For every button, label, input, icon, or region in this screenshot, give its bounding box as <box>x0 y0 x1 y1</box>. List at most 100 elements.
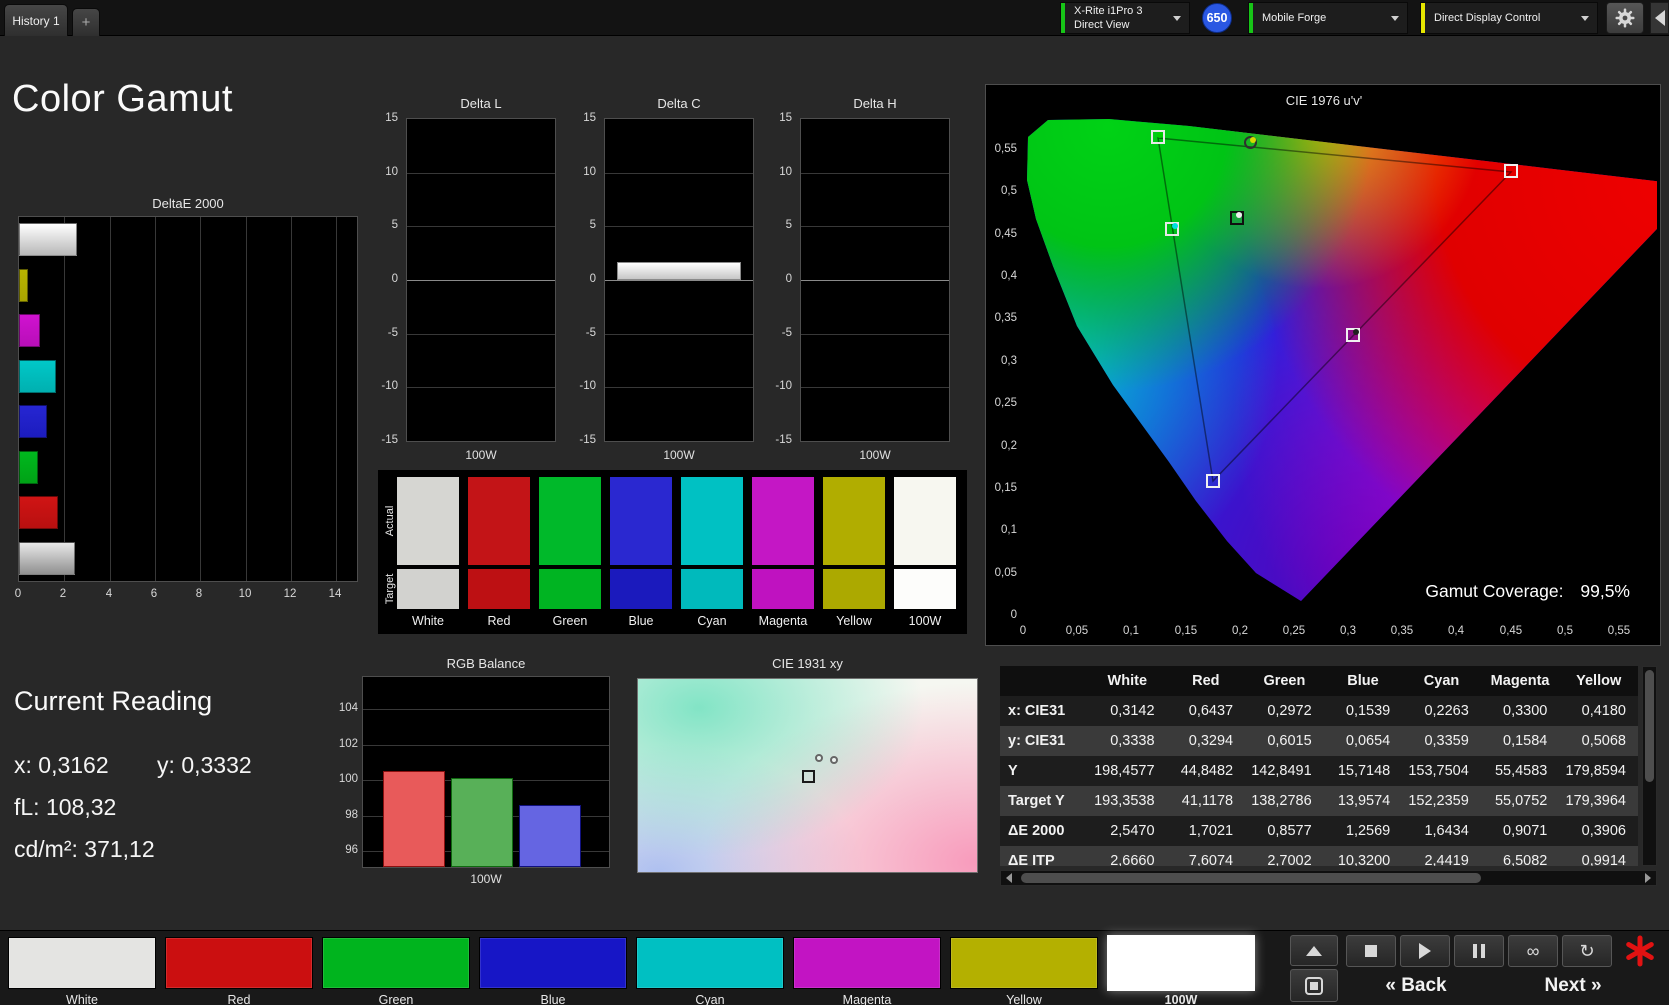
calibration-alert-icon[interactable] <box>1620 931 1660 971</box>
deltae-bar-cyan <box>19 360 56 393</box>
tick-label: 0,05 <box>1065 625 1089 637</box>
patch-button-yellow[interactable]: Yellow <box>950 935 1098 1005</box>
tab-history-1[interactable]: History 1 <box>4 4 68 36</box>
delta-chart-title: Delta C <box>657 96 701 111</box>
meter-name: X-Rite i1Pro 3 <box>1074 4 1143 17</box>
back-button[interactable]: « Back <box>1346 971 1486 1001</box>
next-button[interactable]: Next » <box>1498 971 1648 1001</box>
gridline <box>407 334 555 335</box>
column-header-red: Red <box>1166 666 1246 696</box>
value-cell: 6,5082 <box>1503 853 1548 866</box>
table-row: Target Y 193,3538 41,1178 138,2786 13,9574 15… <box>1000 786 1638 816</box>
patch-button-magenta[interactable]: Magenta <box>793 935 941 1005</box>
patch-button-blue[interactable]: Blue <box>479 935 627 1005</box>
window-mode-button[interactable] <box>1290 969 1338 1002</box>
value-cell: 0,2263 <box>1424 703 1469 719</box>
patch-button-white[interactable]: White <box>8 935 156 1005</box>
window-fill-icon <box>1310 981 1318 990</box>
marker-reading-dot-1 <box>815 754 823 762</box>
patch-swatch <box>950 937 1098 989</box>
row-label: Y <box>1008 763 1018 779</box>
value-cell: 0,3906 <box>1581 823 1626 839</box>
tick-label: -15 <box>381 434 398 446</box>
scrollbar-thumb[interactable] <box>1021 873 1481 883</box>
gridline <box>407 173 555 174</box>
tick-label: 2 <box>59 588 67 600</box>
patch-swatch <box>322 937 470 989</box>
tick-label: 0,05 <box>994 567 1017 579</box>
table-row: ΔE ITP 2,6660 7,6074 2,7002 10,3200 2,4419 6,5… <box>1000 846 1638 866</box>
value-cell: 2,5470 <box>1110 823 1155 839</box>
tick-label: 0 <box>391 273 398 285</box>
single-measure-button[interactable] <box>1400 935 1450 967</box>
value-cell: 0,3294 <box>1188 733 1234 749</box>
tick-label: 0,55 <box>1607 625 1631 637</box>
refresh-measure-button[interactable]: ↻ <box>1562 935 1612 967</box>
patch-button-100w[interactable]: 100W <box>1107 935 1255 1005</box>
continuous-measure-button[interactable]: ∞ <box>1508 935 1558 967</box>
reading-cdm2: cd/m²: 371,12 <box>14 836 155 863</box>
value-cell: 7,6074 <box>1188 853 1234 866</box>
patch-button-red[interactable]: Red <box>165 935 313 1005</box>
tick-label: 10 <box>583 166 596 178</box>
target-swatch-cyan <box>680 568 744 610</box>
column-header-magenta: Magenta <box>1480 666 1560 696</box>
scroll-left-arrow[interactable] <box>1001 871 1017 885</box>
x-label: 100W <box>859 448 891 462</box>
chevron-left-icon <box>1006 873 1012 883</box>
tick-label: -15 <box>579 434 596 446</box>
tick-label: 0,5 <box>1557 625 1573 637</box>
row-label: x: CIE31 <box>1008 703 1066 719</box>
display-control-accent <box>1421 3 1425 33</box>
value-cell: 55,4583 <box>1494 763 1548 779</box>
target-swatch-red <box>467 568 531 610</box>
marker-dot-green-primary <box>1157 132 1163 138</box>
gridline <box>200 217 201 581</box>
add-tab-button[interactable]: + <box>72 8 100 36</box>
workflow-dropdown[interactable]: Mobile Forge <box>1248 2 1408 34</box>
bottom-bar: White Red Green Blue Cyan Magenta Yellow 100W ∞… <box>0 930 1669 1005</box>
comparison-strip: Actual Target White Red Green Blue Cyan Magenta… <box>378 470 967 634</box>
scroll-right-arrow[interactable] <box>1640 871 1656 885</box>
tick-label: 0,2 <box>1001 440 1017 452</box>
actual-swatch-white <box>396 476 460 566</box>
value-cell: 198,4577 <box>1094 763 1155 779</box>
strip-column-label: Red <box>487 614 511 628</box>
settings-button[interactable] <box>1606 2 1644 34</box>
top-bar: History 1 + X-Rite i1Pro 3 Direct View 6… <box>0 0 1669 36</box>
tick-label: 0,3 <box>1340 625 1356 637</box>
pause-icon <box>1473 944 1485 958</box>
gridline <box>801 280 949 281</box>
tick-label: 0 <box>785 273 792 285</box>
patch-label: White <box>66 993 98 1005</box>
display-control-dropdown[interactable]: Direct Display Control <box>1420 2 1598 34</box>
patch-button-cyan[interactable]: Cyan <box>636 935 784 1005</box>
meter-dropdown[interactable]: X-Rite i1Pro 3 Direct View <box>1060 2 1190 34</box>
deltae-bar-magenta <box>19 314 40 347</box>
pause-measure-button[interactable] <box>1454 935 1504 967</box>
tick-label: 0,4 <box>1001 270 1017 282</box>
table-horizontal-scrollbar[interactable] <box>1000 870 1657 886</box>
value-cell: 0,6437 <box>1188 703 1234 719</box>
patch-button-green[interactable]: Green <box>322 935 470 1005</box>
display-control-label: Direct Display Control <box>1434 11 1541 24</box>
tick-label: -5 <box>387 327 398 339</box>
value-cell: 0,2972 <box>1267 703 1312 719</box>
luminance-badge[interactable]: 650 <box>1202 3 1232 33</box>
value-cell: 44,8482 <box>1180 763 1234 779</box>
tick-label: 10 <box>385 166 398 178</box>
marker-reading-dot-2 <box>830 756 838 764</box>
value-cell: 2,4419 <box>1424 853 1469 866</box>
expand-button[interactable] <box>1290 935 1338 966</box>
reading-x-label: x: <box>14 752 32 778</box>
gridline <box>801 387 949 388</box>
table-vertical-scrollbar[interactable] <box>1642 666 1657 866</box>
patch-label: Cyan <box>695 993 725 1005</box>
collapse-panel-button[interactable] <box>1650 2 1669 34</box>
tick-label: 4 <box>105 588 113 600</box>
deltae-bar-green <box>19 451 38 484</box>
scrollbar-thumb[interactable] <box>1645 670 1654 782</box>
column-header-cyan: Cyan <box>1402 666 1481 696</box>
tick-label: -15 <box>775 434 792 446</box>
stop-measure-button[interactable] <box>1346 935 1396 967</box>
